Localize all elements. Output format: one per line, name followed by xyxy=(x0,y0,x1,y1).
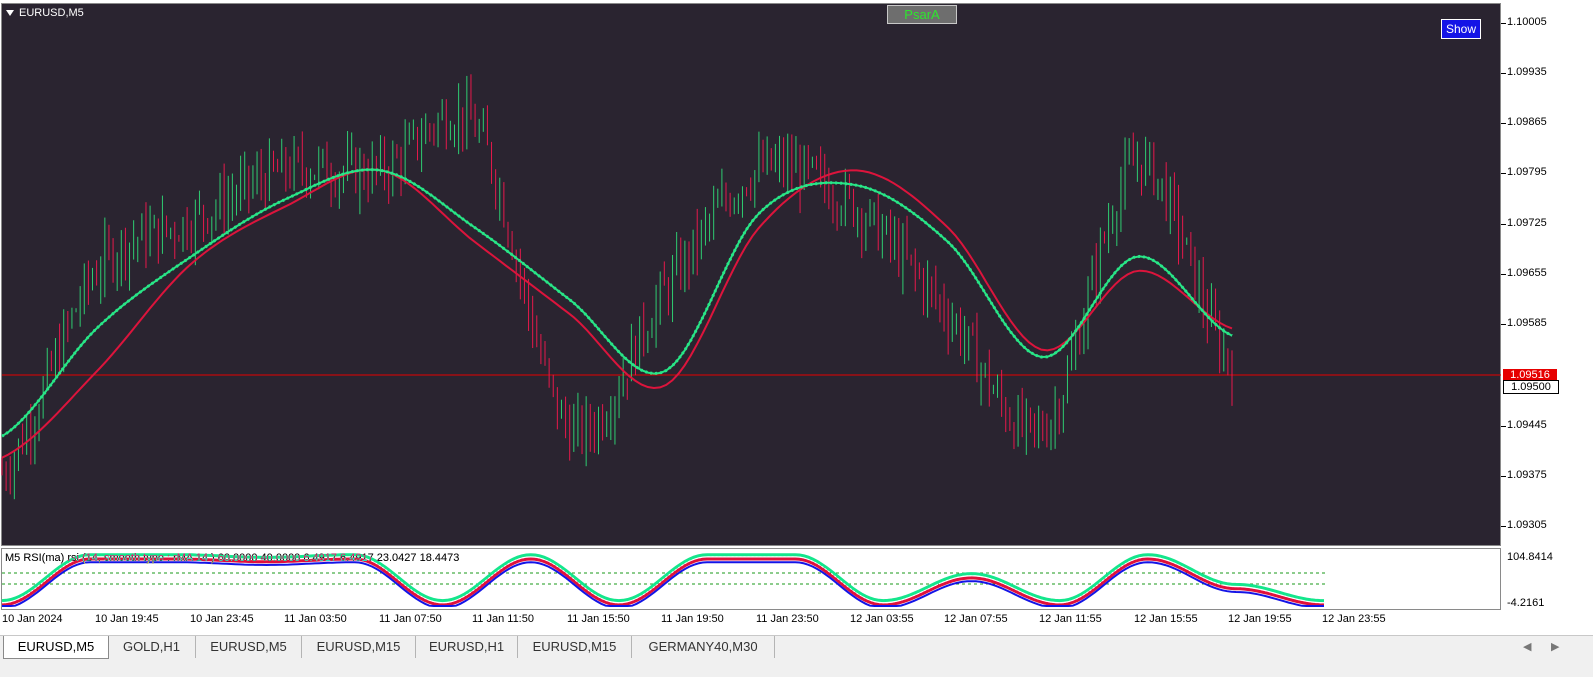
price-tick-mark xyxy=(1501,23,1506,24)
chart-tab[interactable]: EURUSD,M15 xyxy=(518,636,632,658)
price-tick-label: 1.09935 xyxy=(1507,66,1547,78)
price-tick-mark xyxy=(1501,476,1506,477)
time-tick-label: 10 Jan 2024 xyxy=(2,613,63,625)
time-tick-label: 12 Jan 03:55 xyxy=(850,613,914,625)
time-tick-label: 11 Jan 23:50 xyxy=(756,613,819,625)
rsi-axis-min: -4.2161 xyxy=(1507,597,1545,609)
price-tick-mark xyxy=(1501,274,1506,275)
rsi-indicator-label: M5 RSI(ma) rsi (14, smooth type : rMA 14… xyxy=(5,552,460,564)
time-tick-label: 12 Jan 23:55 xyxy=(1322,613,1386,625)
chart-symbol-title[interactable]: EURUSD,M5 xyxy=(6,7,84,19)
time-tick-label: 12 Jan 19:55 xyxy=(1228,613,1292,625)
chart-tab[interactable]: EURUSD,M5 xyxy=(196,636,302,658)
time-tick-label: 12 Jan 07:55 xyxy=(944,613,1008,625)
time-tick-label: 12 Jan 11:55 xyxy=(1039,613,1102,625)
time-tick-label: 12 Jan 15:55 xyxy=(1134,613,1198,625)
time-tick-label: 10 Jan 23:45 xyxy=(190,613,254,625)
price-tick-label: 1.09445 xyxy=(1507,419,1547,431)
time-tick-label: 11 Jan 15:50 xyxy=(567,613,630,625)
price-tick-label: 1.09795 xyxy=(1507,166,1547,178)
price-tick-mark xyxy=(1501,173,1506,174)
chart-tab[interactable]: GERMANY40,M30 xyxy=(632,636,775,658)
price-tick-mark xyxy=(1501,224,1506,225)
price-tick-label: 1.09305 xyxy=(1507,519,1547,531)
rsi-axis-max: 104.8414 xyxy=(1507,551,1553,563)
price-tick-label: 1.10005 xyxy=(1507,16,1547,28)
symbol-label: EURUSD,M5 xyxy=(19,7,84,19)
price-tick-label: 1.09725 xyxy=(1507,217,1547,229)
time-tick-label: 11 Jan 19:50 xyxy=(661,613,724,625)
price-tick-mark xyxy=(1501,123,1506,124)
price-tick-label: 1.09865 xyxy=(1507,116,1547,128)
chart-tab[interactable]: EURUSD,M15 xyxy=(302,636,416,658)
price-tick-label: 1.09585 xyxy=(1507,317,1547,329)
price-tick-mark xyxy=(1501,426,1506,427)
price-tick-label: 1.09655 xyxy=(1507,267,1547,279)
price-tick-mark xyxy=(1501,324,1506,325)
bid-price-label: 1.09500 xyxy=(1503,380,1559,394)
chart-tab[interactable]: GOLD,H1 xyxy=(108,636,196,658)
time-tick-label: 11 Jan 11:50 xyxy=(472,613,534,625)
rsi-chart-svg xyxy=(1,553,1325,607)
rsi-down-line xyxy=(1,557,1325,607)
psar-button[interactable]: PsarA xyxy=(887,5,957,24)
chart-tab[interactable]: EURUSD,M5 xyxy=(3,636,109,659)
tab-scroll-right-icon[interactable]: ▶ xyxy=(1551,640,1559,653)
time-tick-label: 11 Jan 03:50 xyxy=(284,613,347,625)
show-button[interactable]: Show xyxy=(1441,19,1481,39)
price-tick-label: 1.09375 xyxy=(1507,469,1547,481)
price-tick-mark xyxy=(1501,73,1506,74)
chart-tab[interactable]: EURUSD,H1 xyxy=(416,636,518,658)
collapse-triangle-icon[interactable] xyxy=(6,10,14,17)
tab-scroll-left-icon[interactable]: ◀ xyxy=(1523,640,1531,653)
time-tick-label: 11 Jan 07:50 xyxy=(379,613,442,625)
time-tick-label: 10 Jan 19:45 xyxy=(95,613,159,625)
price-tick-mark xyxy=(1501,526,1506,527)
